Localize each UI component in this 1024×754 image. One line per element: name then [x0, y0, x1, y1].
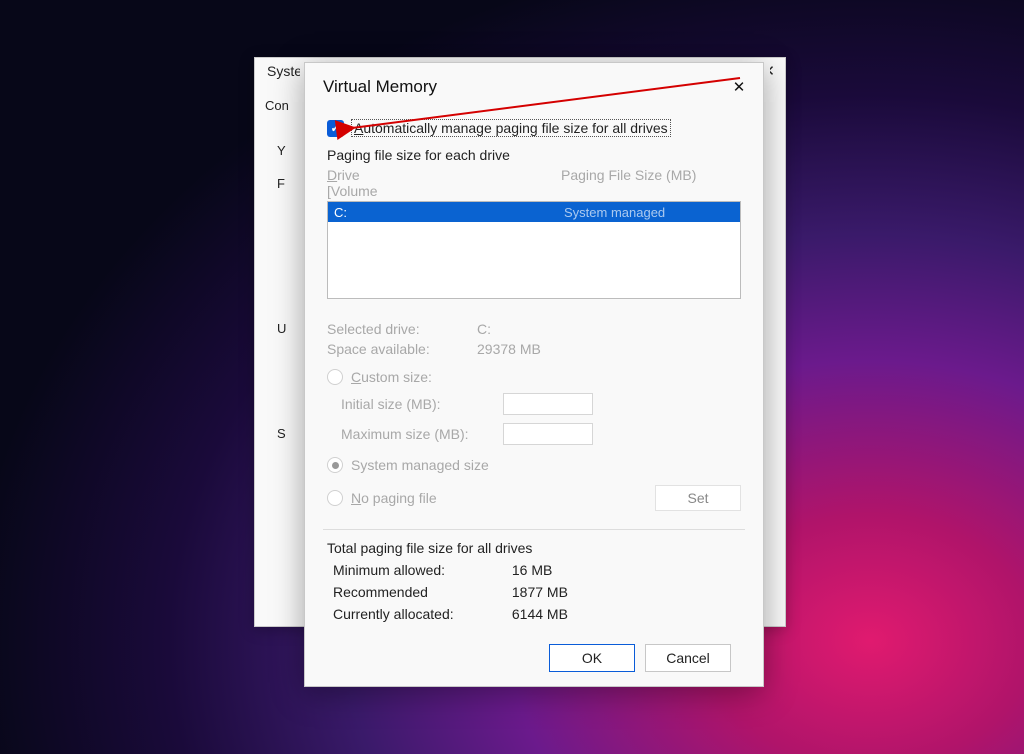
ok-button[interactable]: OK — [549, 644, 635, 672]
min-allowed-value: 16 MB — [512, 562, 552, 578]
dialog-title: Virtual Memory — [323, 77, 437, 96]
custom-size-label: Custom size: — [351, 369, 432, 385]
virtual-memory-dialog: Virtual Memory ✕ ✓ Automatically manage … — [304, 62, 764, 687]
bg-title: Syste — [267, 63, 302, 79]
cancel-button[interactable]: Cancel — [645, 644, 731, 672]
initial-size-input[interactable] — [503, 393, 593, 415]
space-available-label: Space available: — [327, 341, 477, 357]
recommended-label: Recommended — [333, 584, 508, 600]
selected-drive-value: C: — [477, 321, 491, 337]
system-managed-radio[interactable] — [327, 457, 343, 473]
auto-manage-checkbox[interactable]: ✓ — [327, 120, 344, 137]
totals-section: Total paging file size for all drives Mi… — [323, 540, 745, 622]
drive-list-header: Drive [Volume Paging File Size (MB) — [323, 167, 745, 199]
currently-allocated-value: 6144 MB — [512, 606, 568, 622]
currently-allocated-label: Currently allocated: — [333, 606, 508, 622]
selected-drive-label: Selected drive: — [327, 321, 477, 337]
recommended-value: 1877 MB — [512, 584, 568, 600]
separator — [323, 529, 745, 530]
custom-size-radio[interactable] — [327, 369, 343, 385]
totals-title: Total paging file size for all drives — [327, 540, 741, 556]
space-available-value: 29378 MB — [477, 341, 541, 357]
drive-status: System managed — [564, 205, 734, 220]
custom-size-radio-row[interactable]: Custom size: — [327, 369, 741, 385]
initial-size-label: Initial size (MB): — [341, 396, 491, 412]
no-paging-label: No paging file — [351, 490, 437, 506]
drive-row[interactable]: C: System managed — [328, 202, 740, 222]
system-managed-label: System managed size — [351, 457, 489, 473]
drive-letter: C: — [334, 205, 390, 220]
no-paging-radio[interactable] — [327, 490, 343, 506]
group-label: Paging file size for each drive — [327, 147, 741, 163]
set-button[interactable]: Set — [655, 485, 741, 511]
min-allowed-label: Minimum allowed: — [333, 562, 508, 578]
system-managed-radio-row[interactable]: System managed size — [327, 457, 741, 473]
auto-manage-label: Automatically manage paging file size fo… — [351, 119, 671, 137]
maximum-size-input[interactable] — [503, 423, 593, 445]
close-icon[interactable]: ✕ — [762, 62, 775, 80]
close-icon: ✕ — [733, 78, 746, 96]
close-button[interactable]: ✕ — [727, 75, 751, 99]
maximum-size-label: Maximum size (MB): — [341, 426, 491, 442]
drive-list[interactable]: C: System managed — [327, 201, 741, 299]
